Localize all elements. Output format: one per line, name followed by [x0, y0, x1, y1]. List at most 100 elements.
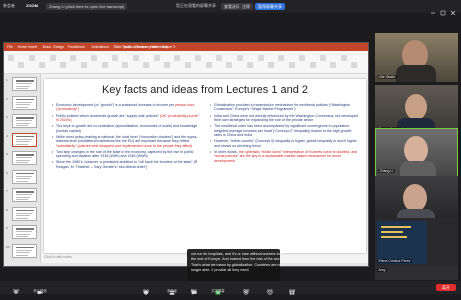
control-microphone-button[interactable]: 静音 — [6, 282, 26, 295]
slide-thumbnail[interactable] — [12, 151, 37, 165]
control-label: 参会者 — [167, 289, 177, 293]
slide-thumbnail[interactable] — [12, 77, 37, 91]
slide-thumbnail[interactable] — [12, 114, 37, 128]
ribbon-tool-button[interactable] — [164, 62, 170, 68]
participant-tile-active-speaker[interactable]: Zhang Li — [375, 128, 458, 177]
ribbon-tool-button[interactable] — [122, 62, 129, 68]
participant-tile[interactable]: Lilie Okafo — [375, 33, 458, 82]
ribbon-tool-button[interactable] — [268, 62, 274, 68]
ribbon-tab[interactable]: View — [150, 45, 158, 49]
ribbon-tool-button[interactable] — [60, 62, 66, 68]
ribbon-tab[interactable]: Draw — [43, 45, 51, 49]
ribbon-tool-button[interactable] — [153, 55, 160, 61]
control-apps-button[interactable]: 应用 — [282, 282, 302, 295]
thumbnail-text-line — [16, 236, 28, 237]
slide-thumbnail[interactable] — [12, 243, 37, 258]
ribbon-tool-button[interactable] — [91, 55, 98, 61]
slide-thumbnail[interactable] — [12, 95, 37, 110]
control-record-button[interactable]: 录制 — [236, 282, 256, 295]
ribbon-tool-button[interactable] — [184, 62, 191, 68]
ribbon-tool-button[interactable] — [309, 62, 316, 68]
ribbon-tool-button[interactable] — [288, 62, 295, 68]
control-participants-button[interactable]: 参会者 — [162, 282, 182, 295]
ribbon-tool-button[interactable] — [174, 55, 181, 61]
ribbon-tab[interactable]: Insert — [28, 45, 37, 49]
ribbon-tabs: File Home Insert Draw Design Transitions Anima… — [7, 45, 168, 50]
ribbon-tool-button[interactable] — [320, 55, 326, 61]
ribbon-tool-button[interactable] — [351, 62, 358, 68]
participants-label[interactable]: 参会者 — [3, 3, 15, 9]
slide-thumbnail[interactable] — [12, 132, 37, 147]
ribbon-tool-button[interactable] — [216, 55, 222, 61]
ribbon-tool-button[interactable] — [132, 55, 139, 61]
ribbon-tool-button[interactable] — [18, 62, 25, 68]
ribbon-tool-button[interactable] — [101, 62, 108, 68]
slide-thumbnail[interactable] — [12, 169, 37, 184]
book-cover-stripe — [381, 226, 411, 228]
control-chat-button[interactable]: 聊天 — [184, 282, 204, 295]
participant-tile[interactable]: Amy — [375, 266, 458, 280]
thumbnail-text-line — [16, 83, 32, 84]
camera-icon — [37, 282, 43, 294]
thumbnail-text-line — [16, 101, 32, 103]
thumbnail-text-line — [16, 141, 30, 142]
ribbon-tool-button[interactable] — [8, 55, 14, 61]
slide-thumbnail[interactable] — [12, 225, 37, 239]
ribbon-buttons — [8, 55, 364, 69]
ribbon-tool-button[interactable] — [195, 55, 202, 61]
ribbon-tool-button[interactable] — [205, 62, 212, 68]
participant-tile[interactable]: Elena Cristina Perez — [375, 218, 458, 267]
ribbon-tab[interactable]: Design — [53, 45, 64, 49]
shared-powerpoint-window: political economy slides lecture 3 File H… — [3, 42, 369, 267]
ribbon-tool-button[interactable] — [257, 55, 264, 61]
ribbon-tool-button[interactable] — [143, 62, 150, 68]
slide-bullet: Since the 1980’s, however, a persistent … — [52, 160, 200, 169]
leave-meeting-button[interactable]: 离开 — [436, 284, 456, 291]
control-shield-button[interactable]: 安全 — [136, 282, 156, 295]
minimize-icon[interactable] — [430, 3, 436, 14]
ribbon-tool-button[interactable] — [278, 55, 285, 61]
slide-thumbnail[interactable] — [12, 206, 37, 221]
maximize-icon[interactable] — [440, 3, 446, 16]
ribbon-tab[interactable]: File — [7, 45, 13, 49]
ribbon-tab[interactable]: Home — [18, 45, 27, 49]
transcript-link[interactable]: Zhang Li (click here to open live transc… — [46, 3, 128, 10]
participant-tile[interactable]: Tomas Kurowski — [375, 85, 458, 134]
thumbnail-text-line — [16, 122, 30, 124]
ribbon-tab[interactable]: Review — [136, 45, 147, 49]
ribbon-tool-button[interactable] — [70, 55, 77, 61]
ribbon-tab[interactable]: Help — [161, 45, 168, 49]
bullet-text: The keys to growth are co-ordination (sp… — [56, 124, 198, 133]
ribbon-tool-button[interactable] — [80, 62, 87, 68]
share-status: 您正在观看的屏幕共享 — [176, 3, 216, 8]
control-reaction-button[interactable]: 反应 — [260, 282, 280, 295]
ribbon-tool-button[interactable] — [340, 55, 347, 61]
annotate-button[interactable]: 注释 — [239, 3, 253, 10]
ribbon-tool-button[interactable] — [39, 62, 46, 68]
ribbon-tool-button[interactable] — [226, 62, 233, 68]
ribbon-tool-button[interactable] — [49, 55, 56, 61]
ribbon-tab[interactable]: Transitions — [68, 45, 85, 49]
slide-bullet: Two step changes in the role of the stat… — [52, 150, 200, 159]
thumbnail-number: 1 — [6, 78, 8, 82]
thumbnail-title-line — [16, 117, 34, 119]
control-share-screen-button[interactable]: 共享屏幕 — [208, 282, 228, 295]
thumbnail-text-line — [16, 159, 30, 161]
close-icon[interactable] — [450, 3, 456, 16]
ribbon-tool-button[interactable] — [330, 62, 337, 68]
ribbon-tab[interactable]: Slide Show — [114, 45, 132, 49]
bullet-text: Two step changes in the role of the stat… — [56, 149, 194, 159]
slide-thumbnail[interactable] — [12, 188, 37, 202]
ribbon-tool-button[interactable] — [299, 55, 306, 61]
thumbnail-title-line — [16, 135, 34, 137]
control-camera-button[interactable]: 停止视频 — [30, 282, 50, 294]
ribbon-tool-button[interactable] — [247, 62, 254, 68]
ribbon-tool-button[interactable] — [112, 55, 118, 61]
stop-share-button[interactable]: 暂停屏幕共享 — [255, 3, 285, 10]
ribbon-tool-button[interactable] — [28, 55, 35, 61]
thumbnail-text-line — [16, 194, 32, 195]
shield-icon — [143, 282, 149, 295]
ribbon-tab[interactable]: Animations — [92, 45, 109, 49]
record-icon — [243, 282, 249, 295]
ribbon-tool-button[interactable] — [236, 55, 243, 61]
